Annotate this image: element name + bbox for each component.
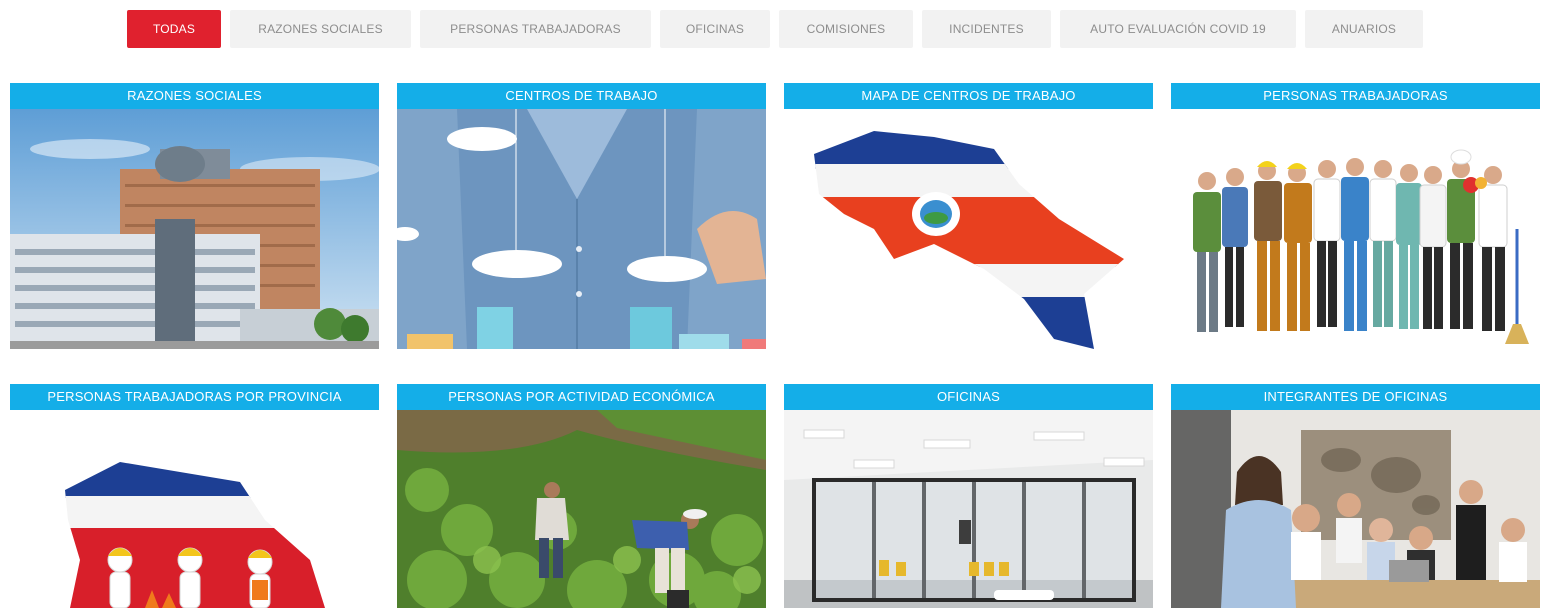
tab-razones-sociales[interactable]: RAZONES SOCIALES: [230, 10, 411, 48]
card-title: INTEGRANTES DE OFICINAS: [1171, 384, 1540, 410]
card-mapa-centros-de-trabajo[interactable]: MAPA DE CENTROS DE TRABAJO: [784, 83, 1153, 349]
card-personas-trabajadoras[interactable]: PERSONAS TRABAJADORAS: [1171, 83, 1540, 349]
tab-todas[interactable]: TODAS: [127, 10, 221, 48]
tab-personas-trabajadoras[interactable]: PERSONAS TRABAJADORAS: [420, 10, 651, 48]
workers-group-photo: [1171, 109, 1540, 349]
office-meeting-photo: [1171, 410, 1540, 608]
card-oficinas[interactable]: OFICINAS: [784, 384, 1153, 608]
card-title: OFICINAS: [784, 384, 1153, 410]
farm-workers-photo: [397, 410, 766, 608]
tab-oficinas[interactable]: OFICINAS: [660, 10, 770, 48]
card-title: PERSONAS TRABAJADORAS: [1171, 83, 1540, 109]
office-interior-photo: [784, 410, 1153, 608]
card-integrantes-de-oficinas[interactable]: INTEGRANTES DE OFICINAS: [1171, 384, 1540, 608]
card-title: PERSONAS TRABAJADORAS POR PROVINCIA: [10, 384, 379, 410]
tab-auto-evaluacion-covid[interactable]: AUTO EVALUACIÓN COVID 19: [1060, 10, 1296, 48]
workers-on-flag-map: [10, 410, 379, 608]
filter-tabs: TODAS RAZONES SOCIALES PERSONAS TRABAJAD…: [127, 10, 1423, 48]
costa-rica-flag-map: [784, 109, 1153, 349]
card-personas-por-actividad-economica[interactable]: PERSONAS POR ACTIVIDAD ECONÓMICA: [397, 384, 766, 608]
buildings-photo: [10, 109, 379, 349]
card-title: PERSONAS POR ACTIVIDAD ECONÓMICA: [397, 384, 766, 410]
tab-incidentes[interactable]: INCIDENTES: [922, 10, 1051, 48]
business-person-city-photo: [397, 109, 766, 349]
tab-anuarios[interactable]: ANUARIOS: [1305, 10, 1423, 48]
card-title: MAPA DE CENTROS DE TRABAJO: [784, 83, 1153, 109]
card-centros-de-trabajo[interactable]: CENTROS DE TRABAJO: [397, 83, 766, 349]
card-title: RAZONES SOCIALES: [10, 83, 379, 109]
tab-comisiones[interactable]: COMISIONES: [779, 10, 913, 48]
card-personas-por-provincia[interactable]: PERSONAS TRABAJADORAS POR PROVINCIA: [10, 384, 379, 608]
card-razones-sociales[interactable]: RAZONES SOCIALES: [10, 83, 379, 349]
card-title: CENTROS DE TRABAJO: [397, 83, 766, 109]
